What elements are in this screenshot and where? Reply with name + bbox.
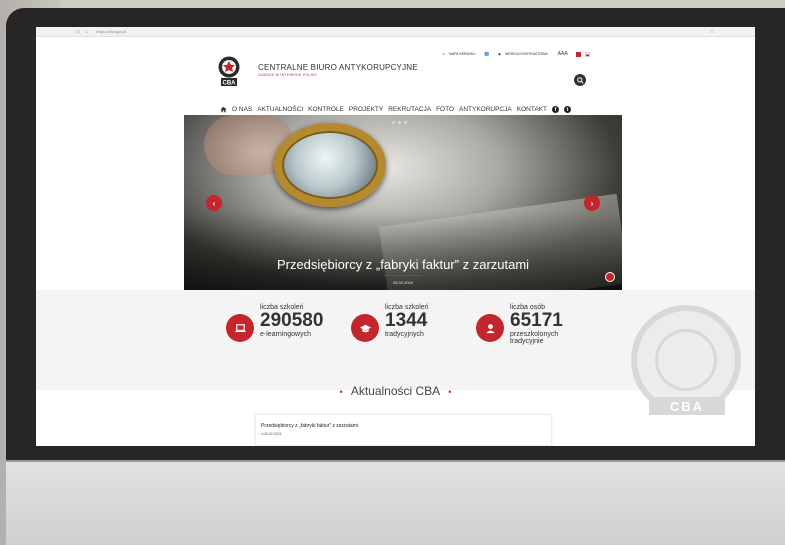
nav-item-projekty[interactable]: PROJEKTY	[349, 106, 383, 113]
stat-value: 65171	[510, 310, 563, 331]
monitor-chin	[6, 460, 785, 545]
nav-item-rekrutacja[interactable]: REKRUTACJA	[388, 106, 431, 113]
browser-url-bar[interactable]: ◇ ⌂ https://cba.gov.pl ☆	[36, 27, 755, 37]
facebook-icon[interactable]: f	[551, 106, 559, 113]
browser-screen: ◇ ⌂ https://cba.gov.pl ☆ CBA CENTRALNE B…	[36, 27, 755, 446]
nav-item-kontakt[interactable]: KONTAKT	[517, 106, 547, 113]
seal-eagle-icon	[655, 329, 717, 391]
contrast-link[interactable]: WERSJA KONTRASTOWA	[505, 52, 548, 56]
news-heading: • Aktualności CBA •	[36, 384, 755, 398]
nav-item-antykorupcja[interactable]: ANTYKORUPCJA	[459, 106, 512, 113]
slider-next-button[interactable]: ›	[584, 195, 600, 211]
stat-suffix: przeszkolonych	[510, 331, 559, 338]
news-card[interactable]: Przedsiębiorcy z „fabryki faktur” z zarz…	[255, 414, 552, 446]
stat-value: 290580	[260, 310, 324, 331]
share-icon[interactable]: ⋖	[442, 52, 445, 56]
monitor-chin-edge	[6, 460, 785, 462]
stat-suffix-2: tradycyjnie	[510, 338, 544, 345]
font-size-control[interactable]: AAA	[558, 51, 568, 57]
stat-elearning: liczba szkoleń 290580 e-learningowych	[226, 304, 323, 342]
news-card-date-text: 26.02.2024	[263, 432, 282, 436]
slider-prev-button[interactable]: ‹	[206, 195, 222, 211]
seal-text: CBA	[649, 397, 725, 415]
nav-item-aktualnosci[interactable]: AKTUALNOŚCI	[257, 106, 303, 113]
stat-value: 1344	[385, 310, 428, 331]
slider-dot[interactable]	[392, 121, 395, 124]
slider-dots[interactable]	[392, 121, 407, 124]
browser-url[interactable]: https://cba.gov.pl	[96, 29, 709, 34]
site-title[interactable]: CENTRALNE BIURO ANTYKORUPCYJNE	[258, 63, 418, 72]
slide-date: 26.02.2024	[392, 280, 414, 285]
search-button[interactable]	[574, 74, 586, 86]
nav-item-o-nas[interactable]: O NAS	[232, 106, 252, 113]
browser-nav-icons[interactable]: ◇ ⌂	[76, 29, 90, 35]
utility-bar: ⋖ MAPA SERWISU ♿ ◉ WERSJA KONTRASTOWA AA…	[442, 51, 590, 57]
site-subtitle: ZAWSZE W INTERESIE POLSKI	[258, 73, 318, 77]
slider-pause-button[interactable]	[605, 272, 615, 282]
nav-item-kontrole[interactable]: KONTROLE	[308, 106, 344, 113]
slide-caption[interactable]: Przedsiębiorcy z „fabryki faktur” z zarz…	[184, 257, 622, 272]
accessibility-icon[interactable]: ♿	[485, 52, 489, 56]
news-card-title[interactable]: Przedsiębiorcy z „fabryki faktur” z zarz…	[261, 423, 358, 429]
person-icon	[476, 314, 504, 342]
news-heading-text: Aktualności CBA	[350, 384, 441, 398]
heading-dot-left: •	[339, 387, 343, 397]
graduation-cap-icon	[351, 314, 379, 342]
cba-logo[interactable]: CBA	[216, 56, 242, 87]
eye-icon[interactable]: ◉	[498, 52, 501, 56]
sitemap-link[interactable]: MAPA SERWISU	[449, 52, 476, 56]
hero-slider[interactable]: ‹ › Przedsiębiorcy z „fabryki faktur” z …	[184, 115, 622, 290]
slider-dot[interactable]	[398, 121, 401, 124]
stat-people: liczba osób 65171 przeszkolonych tradycy…	[476, 304, 563, 345]
flag-icon[interactable]	[584, 51, 590, 57]
search-icon	[576, 76, 584, 84]
slider-dot[interactable]	[404, 121, 407, 124]
stat-suffix: e-learningowych	[260, 331, 311, 338]
news-card-date: ⊙26.02.2024	[261, 432, 282, 436]
cba-seal-watermark: CBA	[631, 305, 741, 415]
nav-item-foto[interactable]: FOTO	[436, 106, 454, 113]
heading-dot-right: •	[448, 387, 452, 397]
bip-icon[interactable]	[575, 51, 581, 57]
twitter-icon[interactable]: t	[563, 106, 571, 113]
logo-text: CBA	[223, 81, 237, 87]
home-icon[interactable]	[220, 106, 227, 113]
site-header: CBA CENTRALNE BIURO ANTYKORUPCYJNE ZAWSZ…	[36, 37, 755, 103]
laptop-icon	[226, 314, 254, 342]
caption-underline	[384, 275, 422, 276]
bookmark-star-icon[interactable]: ☆	[710, 28, 715, 35]
stat-suffix: tradycyjnych	[385, 331, 424, 338]
stat-traditional: liczba szkoleń 1344 tradycyjnych	[351, 304, 429, 342]
